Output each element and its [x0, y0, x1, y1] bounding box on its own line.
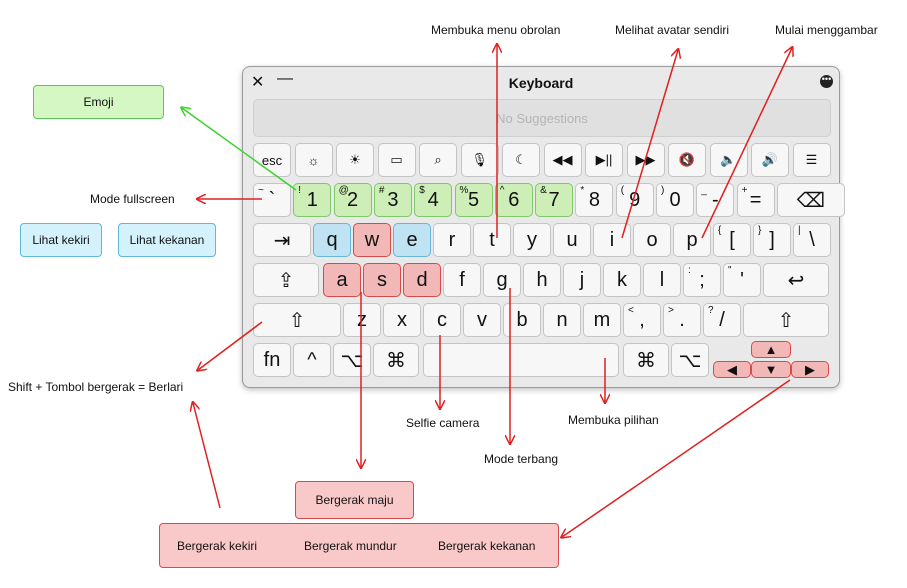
- annotation-arrows: [0, 0, 907, 588]
- arrow-start-drawing: [701, 48, 792, 239]
- arrow-run-up: [193, 403, 221, 509]
- arrow-own-avatar: [621, 50, 678, 239]
- arrow-run: [198, 321, 263, 370]
- arrow-move-group: [562, 379, 791, 537]
- arrow-emoji: [182, 108, 297, 191]
